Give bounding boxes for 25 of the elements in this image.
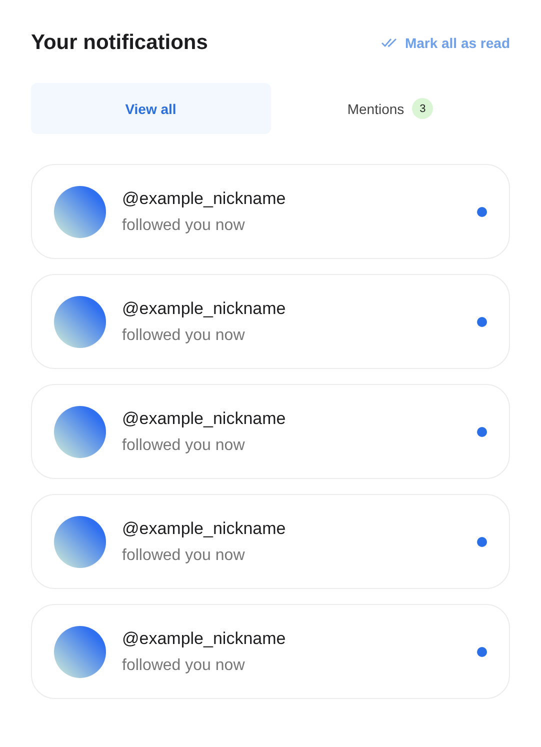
notification-message: followed you now xyxy=(122,546,246,564)
tab[interactable]: Mentions 3 xyxy=(270,83,510,134)
notification-message: followed you now xyxy=(122,326,246,344)
notification-message: followed you now xyxy=(122,656,246,674)
notification-card[interactable]: @example_nickname followed you now xyxy=(31,164,510,259)
user-nickname: @example_nickname xyxy=(122,628,287,648)
user-nickname: @example_nickname xyxy=(122,518,287,538)
count-badge: 3 xyxy=(412,98,434,119)
avatar-icon xyxy=(54,186,106,238)
user-nickname: @example_nickname xyxy=(122,408,287,428)
double-check-icon xyxy=(380,38,399,48)
avatar-icon xyxy=(54,516,106,568)
page-title: Your notifications xyxy=(31,31,208,55)
avatar-icon xyxy=(54,296,106,348)
avatar-icon xyxy=(54,406,106,458)
notification-message: followed you now xyxy=(122,436,246,454)
user-nickname: @example_nickname xyxy=(122,298,287,318)
tab[interactable]: View all xyxy=(31,83,270,134)
notification-card[interactable]: @example_nickname followed you now xyxy=(31,384,510,479)
notification-card[interactable]: @example_nickname followed you now xyxy=(31,274,510,369)
notification-message: followed you now xyxy=(122,216,246,234)
avatar-icon xyxy=(54,626,106,678)
notification-card[interactable]: @example_nickname followed you now xyxy=(31,604,510,699)
notification-card[interactable]: @example_nickname followed you now xyxy=(31,494,510,589)
user-nickname: @example_nickname xyxy=(122,188,287,208)
